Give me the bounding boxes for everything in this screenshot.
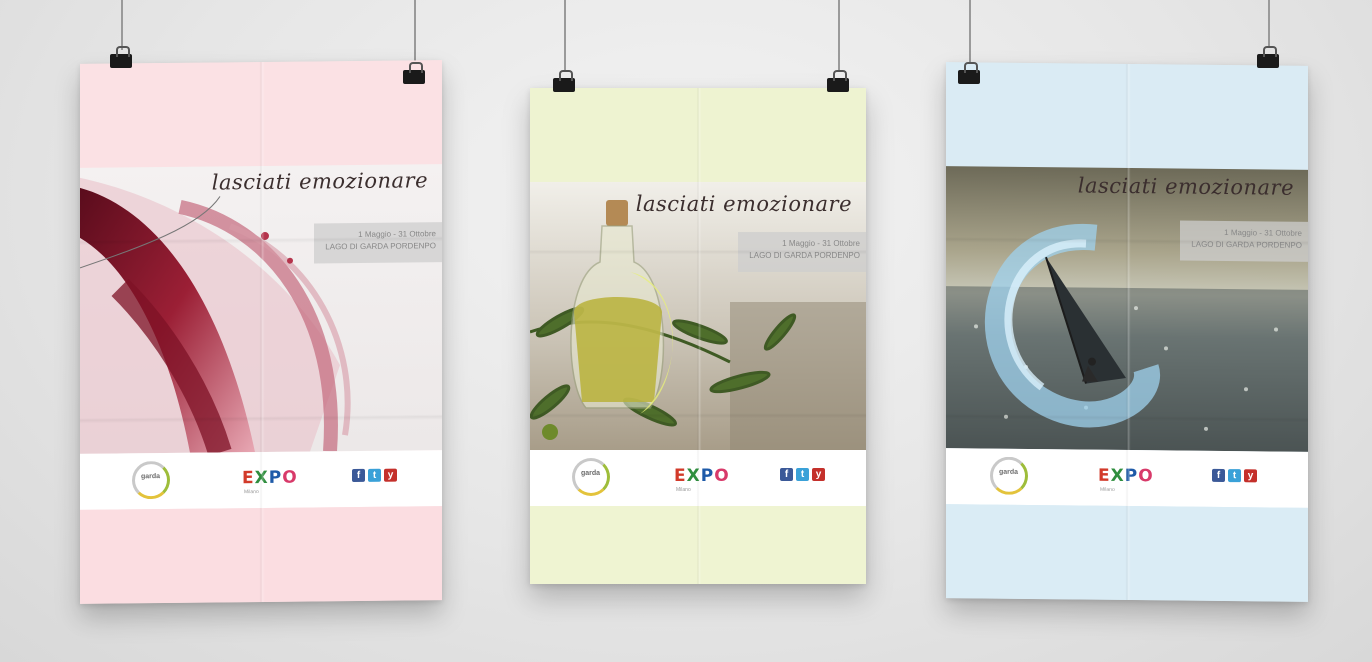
hanging-string [838,0,840,72]
poster-date-box: 1 Maggio - 31 Ottobre LAGO DI GARDA PORD… [314,222,442,264]
garda-logo-text: garda [999,468,1019,476]
poster-bottom-band [80,506,442,604]
poster-footer: garda EXPO Milano f t y [530,450,866,506]
social-icons: f t y [1212,468,1257,483]
garda-logo-text: garda [581,470,601,477]
expo-letter-x: X [1110,465,1125,486]
olive-oil-bottle-illustration [530,200,866,450]
binder-clip-icon [958,62,980,84]
youtube-icon: y [1244,469,1257,483]
twitter-icon: t [368,468,381,482]
poster-wine: lasciati emozionare 1 Maggio - 31 Ottobr… [80,60,442,604]
windsurfer-illustration [946,224,1308,452]
expo-letter-x: X [254,467,269,489]
garda-logo: garda [990,456,1028,495]
poster-date-box: 1 Maggio - 31 Ottobre LAGO DI GARDA PORD… [1180,220,1308,262]
expo-subtitle: Milano [676,487,691,493]
wine-glass-photo [80,164,442,454]
poster-tagline: lasciati emozionare [635,192,852,216]
expo-subtitle: Milano [1100,486,1115,493]
poster-windsurf: lasciati emozionare 1 Maggio - 31 Ottobr… [946,62,1308,602]
poster-footer: garda EXPO Milano f t y [80,450,442,510]
expo-logo: EXPO [1098,466,1154,487]
binder-clip-icon [553,70,575,92]
wine-swirl-illustration [80,177,351,454]
expo-letter-e: E [242,468,255,489]
poster-top-band [530,88,866,182]
poster-date-line: 1 Maggio - 31 Ottobre [782,239,860,248]
facebook-icon: f [352,468,365,483]
poster-footer: garda EXPO Milano f t y [946,448,1308,508]
hanging-string [121,0,123,50]
hanging-string [969,0,971,66]
windsurf-photo [946,166,1308,452]
poster-tagline: lasciati emozionare [1077,173,1294,200]
poster-tagline: lasciati emozionare [211,168,428,195]
youtube-icon: y [812,468,825,481]
hanging-string [1268,0,1270,48]
poster-date-box: 1 Maggio - 31 Ottobre LAGO DI GARDA PORD… [738,232,866,272]
poster-top-band [80,60,442,168]
binder-clip-icon [110,46,132,68]
poster-bottom-band [530,506,866,584]
hanging-string [564,0,566,72]
facebook-icon: f [1212,468,1225,483]
expo-letter-o: O [282,467,298,488]
poster-mockup-scene: lasciati emozionare 1 Maggio - 31 Ottobr… [0,0,1372,662]
garda-logo-text: garda [141,473,161,481]
expo-letter-o: O [714,466,730,486]
twitter-icon: t [796,468,809,481]
social-icons: f t y [780,468,825,481]
expo-letter-e: E [1098,465,1111,486]
olive-oil-photo [530,182,866,450]
garda-logo: garda [572,458,610,496]
expo-letter-e: E [674,466,687,486]
garda-logo: garda [132,460,170,500]
social-icons: f t y [352,468,397,483]
expo-logo: EXPO [242,468,298,489]
expo-logo: EXPO [674,466,730,486]
poster-location-line: LAGO DI GARDA PORDENPO [325,241,436,252]
poster-bottom-band [946,504,1308,602]
twitter-icon: t [1228,469,1241,483]
poster-location-line: LAGO DI GARDA PORDENPO [749,251,860,260]
binder-clip-icon [403,62,425,84]
expo-letter-x: X [686,466,701,486]
expo-letter-p: P [700,466,715,486]
facebook-icon: f [780,468,793,481]
expo-subtitle: Milano [244,489,259,496]
expo-letter-p: P [268,467,283,488]
binder-clip-icon [1257,46,1279,68]
expo-letter-p: P [1124,465,1139,487]
poster-top-band [946,62,1308,170]
poster-location-line: LAGO DI GARDA PORDENPO [1191,239,1302,250]
youtube-icon: y [384,468,397,482]
expo-letter-o: O [1138,466,1154,487]
binder-clip-icon [827,70,849,92]
poster-olive-oil: lasciati emozionare 1 Maggio - 31 Ottobr… [530,88,866,584]
